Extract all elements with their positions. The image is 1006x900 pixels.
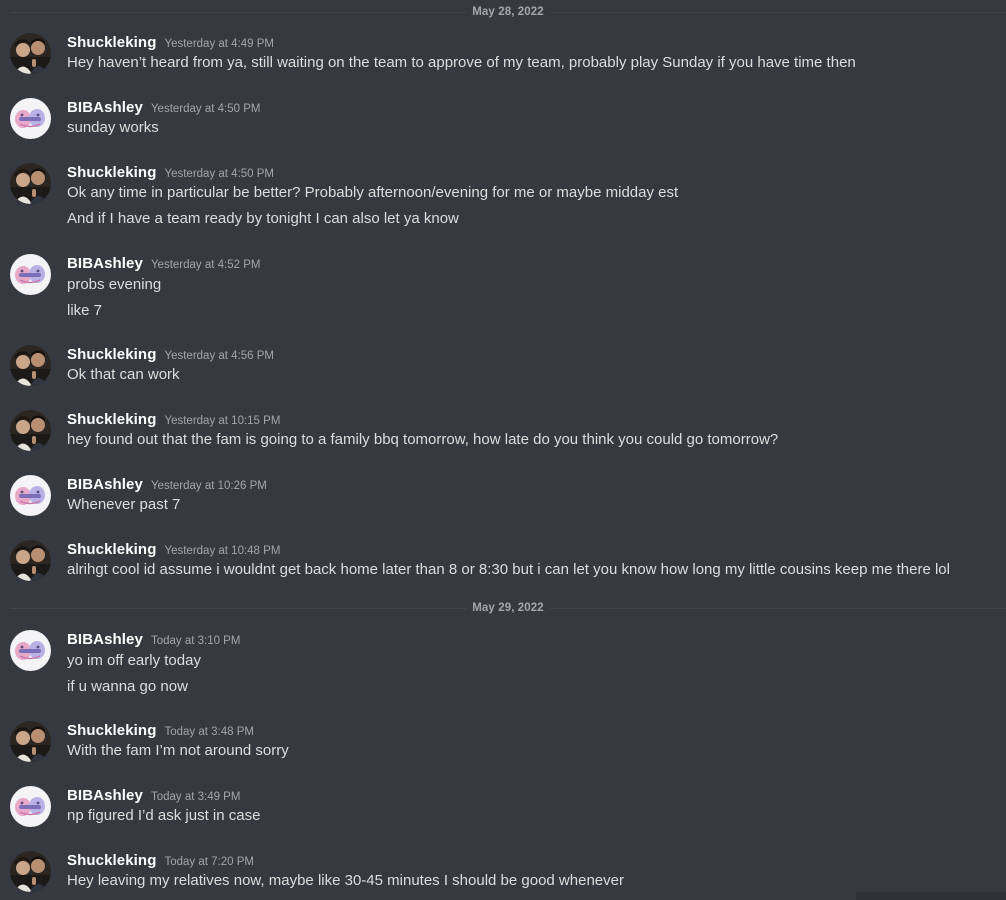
pink-blob-avatar-icon[interactable] bbox=[10, 254, 51, 295]
pink-blob-avatar-icon[interactable] bbox=[10, 475, 51, 516]
user-photo-avatar-icon[interactable] bbox=[10, 163, 51, 204]
message-author[interactable]: BIBAshley bbox=[67, 787, 143, 804]
message-author[interactable]: Shuckleking bbox=[67, 541, 156, 558]
pink-blob-avatar-icon[interactable] bbox=[10, 786, 51, 827]
message-text: Hey leaving my relatives now, maybe like… bbox=[67, 872, 624, 889]
message-author[interactable]: Shuckleking bbox=[67, 164, 156, 181]
message-author[interactable]: Shuckleking bbox=[67, 852, 156, 869]
message-author[interactable]: Shuckleking bbox=[67, 411, 156, 428]
message-timestamp: Today at 3:49 PM bbox=[150, 791, 241, 803]
message-text: hey found out that the fam is going to a… bbox=[67, 431, 779, 448]
message-timestamp: Yesterday at 10:15 PM bbox=[164, 415, 281, 427]
date-divider-label: May 28, 2022 bbox=[466, 6, 550, 18]
message-text: Whenever past 7 bbox=[67, 496, 181, 513]
user-photo-avatar-icon[interactable] bbox=[10, 721, 51, 762]
message-timestamp: Yesterday at 4:52 PM bbox=[150, 259, 261, 271]
message-timestamp: Yesterday at 10:26 PM bbox=[150, 480, 267, 492]
user-photo-avatar-icon[interactable] bbox=[10, 410, 51, 451]
message-timestamp: Today at 3:48 PM bbox=[164, 726, 254, 738]
message-text: if u wanna go now bbox=[67, 678, 188, 695]
horizontal-scrollbar[interactable] bbox=[856, 892, 1006, 900]
message-text: With the fam I’m not around sorry bbox=[67, 742, 289, 759]
message-text: Hey haven’t heard from ya, still waiting… bbox=[67, 54, 856, 71]
message-timestamp: Yesterday at 4:49 PM bbox=[164, 38, 274, 50]
message-timestamp: Yesterday at 4:56 PM bbox=[164, 350, 274, 362]
message-text: sunday works bbox=[67, 119, 159, 136]
date-divider: May 29, 2022 bbox=[10, 602, 1006, 614]
message-author[interactable]: BIBAshley bbox=[67, 476, 143, 493]
user-photo-avatar-icon[interactable] bbox=[10, 851, 51, 892]
message-text: np figured I’d ask just in case bbox=[67, 807, 261, 824]
message-author[interactable]: BIBAshley bbox=[67, 99, 143, 116]
message-timestamp: Today at 3:10 PM bbox=[150, 635, 241, 647]
message-text: probs evening bbox=[67, 276, 162, 293]
message-timestamp: Yesterday at 10:48 PM bbox=[164, 545, 281, 557]
user-photo-avatar-icon[interactable] bbox=[10, 345, 51, 386]
message-text: alrihgt cool id assume i wouldnt get bac… bbox=[67, 561, 950, 578]
message-author[interactable]: Shuckleking bbox=[67, 346, 156, 363]
date-divider: May 28, 2022 bbox=[10, 6, 1006, 18]
message-text: And if I have a team ready by tonight I … bbox=[67, 210, 459, 227]
pink-blob-avatar-icon[interactable] bbox=[10, 98, 51, 139]
message-author[interactable]: BIBAshley bbox=[67, 631, 143, 648]
date-divider-label: May 29, 2022 bbox=[466, 602, 550, 614]
message-text: like 7 bbox=[67, 302, 103, 319]
pink-blob-avatar-icon[interactable] bbox=[10, 630, 51, 671]
user-photo-avatar-icon[interactable] bbox=[10, 33, 51, 74]
message-text: Ok any time in particular be better? Pro… bbox=[67, 184, 679, 201]
message-author[interactable]: BIBAshley bbox=[67, 255, 143, 272]
message-timestamp: Yesterday at 4:50 PM bbox=[150, 103, 261, 115]
message-text: Ok that can work bbox=[67, 366, 180, 383]
message-timestamp: Yesterday at 4:50 PM bbox=[164, 168, 274, 180]
user-photo-avatar-icon[interactable] bbox=[10, 540, 51, 581]
message-author[interactable]: Shuckleking bbox=[67, 722, 156, 739]
message-text: yo im off early today bbox=[67, 652, 201, 669]
message-author[interactable]: Shuckleking bbox=[67, 34, 156, 51]
chat-messages-pane[interactable]: May 28, 2022 Shuckleking Yesterday at 4:4… bbox=[0, 0, 1006, 900]
message-timestamp: Today at 7:20 PM bbox=[164, 856, 254, 868]
